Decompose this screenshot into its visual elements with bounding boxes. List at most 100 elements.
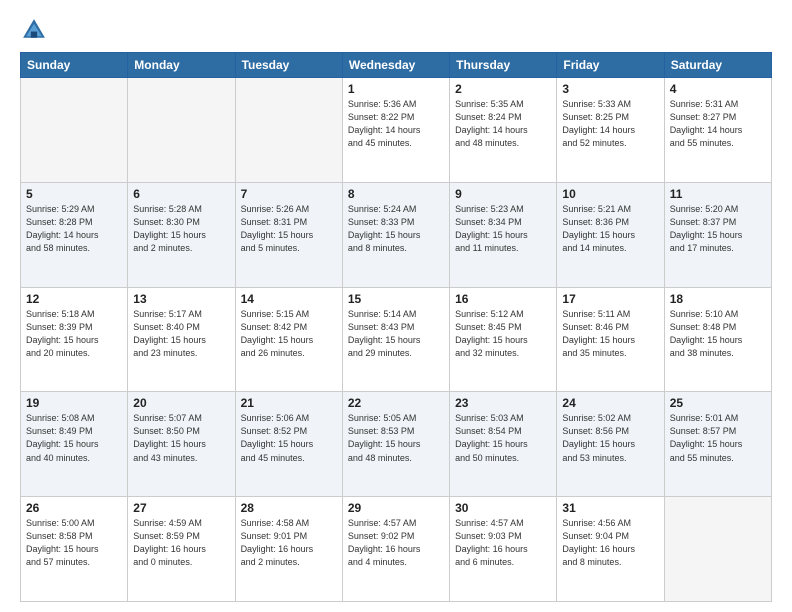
day-number: 27 — [133, 501, 229, 515]
day-number: 29 — [348, 501, 444, 515]
day-info: Sunrise: 5:36 AM Sunset: 8:22 PM Dayligh… — [348, 98, 444, 150]
day-info: Sunrise: 5:33 AM Sunset: 8:25 PM Dayligh… — [562, 98, 658, 150]
day-info: Sunrise: 5:12 AM Sunset: 8:45 PM Dayligh… — [455, 308, 551, 360]
day-number: 16 — [455, 292, 551, 306]
calendar-cell: 29 Sunrise: 4:57 AM Sunset: 9:02 PM Dayli… — [342, 497, 449, 602]
weekday-header-thursday: Thursday — [450, 53, 557, 78]
day-number: 12 — [26, 292, 122, 306]
day-number: 4 — [670, 82, 766, 96]
weekday-header-wednesday: Wednesday — [342, 53, 449, 78]
calendar-cell: 8Sunrise: 5:24 AM Sunset: 8:33 PM Daylig… — [342, 182, 449, 287]
day-info: Sunrise: 4:56 AM Sunset: 9:04 PM Dayligh… — [562, 517, 658, 569]
weekday-header-sunday: Sunday — [21, 53, 128, 78]
calendar-cell: 16 Sunrise: 5:12 AM Sunset: 8:45 PM Dayli… — [450, 287, 557, 392]
calendar-cell: 21 Sunrise: 5:06 AM Sunset: 8:52 PM Dayli… — [235, 392, 342, 497]
week-row-2: 5 Sunrise: 5:29 AM Sunset: 8:28 PM Daylig… — [21, 182, 772, 287]
day-number: 11 — [670, 187, 766, 201]
day-info: Sunrise: 5:31 AM Sunset: 8:27 PM Dayligh… — [670, 98, 766, 150]
day-number: 21 — [241, 396, 337, 410]
day-number: 30 — [455, 501, 551, 515]
header — [20, 16, 772, 44]
weekday-header-saturday: Saturday — [664, 53, 771, 78]
calendar-cell: 19 Sunrise: 5:08 AM Sunset: 8:49 PM Dayli… — [21, 392, 128, 497]
day-number: 6 — [133, 187, 229, 201]
calendar-cell: 20 Sunrise: 5:07 AM Sunset: 8:50 PM Dayli… — [128, 392, 235, 497]
calendar-cell: 1 Sunrise: 5:36 AM Sunset: 8:22 PM Daylig… — [342, 78, 449, 183]
day-number: 15 — [348, 292, 444, 306]
day-number: 26 — [26, 501, 122, 515]
day-info: Sunrise: 5:03 AM Sunset: 8:54 PM Dayligh… — [455, 412, 551, 464]
calendar-cell: 3Sunrise: 5:33 AM Sunset: 8:25 PM Daylig… — [557, 78, 664, 183]
day-info: Sunrise: 5:06 AM Sunset: 8:52 PM Dayligh… — [241, 412, 337, 464]
page: SundayMondayTuesdayWednesdayThursdayFrid… — [0, 0, 792, 612]
day-info: Sunrise: 4:57 AM Sunset: 9:02 PM Dayligh… — [348, 517, 444, 569]
day-number: 19 — [26, 396, 122, 410]
day-info: Sunrise: 5:26 AM Sunset: 8:31 PM Dayligh… — [241, 203, 337, 255]
day-info: Sunrise: 5:17 AM Sunset: 8:40 PM Dayligh… — [133, 308, 229, 360]
calendar-cell — [128, 78, 235, 183]
day-info: Sunrise: 5:14 AM Sunset: 8:43 PM Dayligh… — [348, 308, 444, 360]
calendar-cell: 28 Sunrise: 4:58 AM Sunset: 9:01 PM Dayli… — [235, 497, 342, 602]
day-info: Sunrise: 5:20 AM Sunset: 8:37 PM Dayligh… — [670, 203, 766, 255]
calendar-cell: 4 Sunrise: 5:31 AM Sunset: 8:27 PM Daylig… — [664, 78, 771, 183]
day-number: 10 — [562, 187, 658, 201]
calendar-cell: 12 Sunrise: 5:18 AM Sunset: 8:39 PM Dayli… — [21, 287, 128, 392]
day-info: Sunrise: 4:57 AM Sunset: 9:03 PM Dayligh… — [455, 517, 551, 569]
week-row-3: 12 Sunrise: 5:18 AM Sunset: 8:39 PM Dayli… — [21, 287, 772, 392]
day-number: 7 — [241, 187, 337, 201]
calendar-cell: 5 Sunrise: 5:29 AM Sunset: 8:28 PM Daylig… — [21, 182, 128, 287]
day-number: 23 — [455, 396, 551, 410]
week-row-1: 1 Sunrise: 5:36 AM Sunset: 8:22 PM Daylig… — [21, 78, 772, 183]
day-number: 22 — [348, 396, 444, 410]
day-info: Sunrise: 5:02 AM Sunset: 8:56 PM Dayligh… — [562, 412, 658, 464]
calendar-cell: 17 Sunrise: 5:11 AM Sunset: 8:46 PM Dayli… — [557, 287, 664, 392]
calendar-cell: 7 Sunrise: 5:26 AM Sunset: 8:31 PM Daylig… — [235, 182, 342, 287]
day-info: Sunrise: 5:15 AM Sunset: 8:42 PM Dayligh… — [241, 308, 337, 360]
day-number: 2 — [455, 82, 551, 96]
calendar-cell: 23 Sunrise: 5:03 AM Sunset: 8:54 PM Dayli… — [450, 392, 557, 497]
weekday-header-tuesday: Tuesday — [235, 53, 342, 78]
day-number: 5 — [26, 187, 122, 201]
calendar-cell: 30 Sunrise: 4:57 AM Sunset: 9:03 PM Dayli… — [450, 497, 557, 602]
calendar-cell: 27 Sunrise: 4:59 AM Sunset: 8:59 PM Dayli… — [128, 497, 235, 602]
calendar-table: SundayMondayTuesdayWednesdayThursdayFrid… — [20, 52, 772, 602]
day-number: 28 — [241, 501, 337, 515]
calendar-cell: 13 Sunrise: 5:17 AM Sunset: 8:40 PM Dayli… — [128, 287, 235, 392]
day-number: 14 — [241, 292, 337, 306]
day-info: Sunrise: 5:11 AM Sunset: 8:46 PM Dayligh… — [562, 308, 658, 360]
day-info: Sunrise: 5:28 AM Sunset: 8:30 PM Dayligh… — [133, 203, 229, 255]
calendar-cell: 10 Sunrise: 5:21 AM Sunset: 8:36 PM Dayli… — [557, 182, 664, 287]
day-number: 13 — [133, 292, 229, 306]
day-info: Sunrise: 5:24 AM Sunset: 8:33 PM Dayligh… — [348, 203, 444, 255]
weekday-header-row: SundayMondayTuesdayWednesdayThursdayFrid… — [21, 53, 772, 78]
day-info: Sunrise: 5:05 AM Sunset: 8:53 PM Dayligh… — [348, 412, 444, 464]
weekday-header-friday: Friday — [557, 53, 664, 78]
day-number: 1 — [348, 82, 444, 96]
day-info: Sunrise: 5:35 AM Sunset: 8:24 PM Dayligh… — [455, 98, 551, 150]
day-number: 17 — [562, 292, 658, 306]
calendar-cell: 22 Sunrise: 5:05 AM Sunset: 8:53 PM Dayli… — [342, 392, 449, 497]
day-info: Sunrise: 5:29 AM Sunset: 8:28 PM Dayligh… — [26, 203, 122, 255]
day-number: 25 — [670, 396, 766, 410]
day-info: Sunrise: 5:01 AM Sunset: 8:57 PM Dayligh… — [670, 412, 766, 464]
day-info: Sunrise: 5:07 AM Sunset: 8:50 PM Dayligh… — [133, 412, 229, 464]
day-info: Sunrise: 5:08 AM Sunset: 8:49 PM Dayligh… — [26, 412, 122, 464]
day-info: Sunrise: 5:10 AM Sunset: 8:48 PM Dayligh… — [670, 308, 766, 360]
day-info: Sunrise: 5:00 AM Sunset: 8:58 PM Dayligh… — [26, 517, 122, 569]
weekday-header-monday: Monday — [128, 53, 235, 78]
week-row-4: 19 Sunrise: 5:08 AM Sunset: 8:49 PM Dayli… — [21, 392, 772, 497]
calendar-cell: 2 Sunrise: 5:35 AM Sunset: 8:24 PM Daylig… — [450, 78, 557, 183]
logo-icon — [20, 16, 48, 44]
day-info: Sunrise: 4:58 AM Sunset: 9:01 PM Dayligh… — [241, 517, 337, 569]
calendar-cell: 6 Sunrise: 5:28 AM Sunset: 8:30 PM Daylig… — [128, 182, 235, 287]
calendar-cell: 11 Sunrise: 5:20 AM Sunset: 8:37 PM Dayli… — [664, 182, 771, 287]
calendar-cell: 15 Sunrise: 5:14 AM Sunset: 8:43 PM Dayli… — [342, 287, 449, 392]
calendar-cell: 25 Sunrise: 5:01 AM Sunset: 8:57 PM Dayli… — [664, 392, 771, 497]
day-number: 31 — [562, 501, 658, 515]
day-info: Sunrise: 5:21 AM Sunset: 8:36 PM Dayligh… — [562, 203, 658, 255]
calendar-cell — [21, 78, 128, 183]
day-info: Sunrise: 5:18 AM Sunset: 8:39 PM Dayligh… — [26, 308, 122, 360]
day-number: 9 — [455, 187, 551, 201]
day-info: Sunrise: 4:59 AM Sunset: 8:59 PM Dayligh… — [133, 517, 229, 569]
day-number: 20 — [133, 396, 229, 410]
